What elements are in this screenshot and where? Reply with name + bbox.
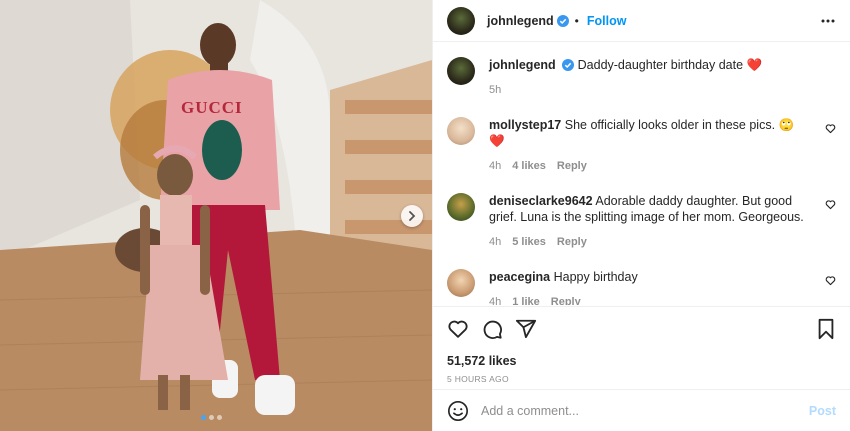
comments-list[interactable]: johnlegend Daddy-daughter birthday date … [433, 43, 850, 305]
commenter-avatar[interactable] [447, 117, 475, 145]
comment-row: deniseclarke9642 Adorable daddy daughter… [447, 193, 836, 250]
caption-text-block: johnlegend Daddy-daughter birthday date … [489, 57, 836, 98]
post-photo[interactable]: GUCCI [0, 0, 432, 431]
post-actions: 51,572 likes 5 HOURS AGO [433, 306, 850, 384]
reply-button[interactable]: Reply [557, 158, 587, 174]
caption-emoji: ❤️ [746, 58, 763, 72]
post-comment-button[interactable]: Post [809, 404, 836, 418]
sweater-logo: GUCCI [181, 98, 243, 117]
action-icons [447, 317, 836, 341]
chevron-right-icon [409, 211, 416, 221]
emoji-smiley-icon[interactable] [447, 400, 469, 422]
carousel-dot [209, 415, 214, 420]
author-username[interactable]: johnlegend [487, 14, 554, 28]
comment-meta: 4h 4 likes Reply [489, 158, 806, 174]
comment-row: mollystep17 She officially looks older i… [447, 117, 836, 174]
commenter-avatar[interactable] [447, 269, 475, 297]
verified-badge-icon [562, 59, 575, 71]
add-comment-bar: Post [433, 389, 850, 431]
caption-username[interactable]: johnlegend [489, 58, 556, 72]
comment-meta: 4h 5 likes Reply [489, 234, 806, 250]
header-separator: • [574, 13, 579, 28]
post-header: johnlegend • Follow [433, 0, 850, 42]
carousel-dot [217, 415, 222, 420]
commenter-username[interactable]: mollystep17 [489, 118, 561, 132]
comment-time: 4h [489, 236, 502, 248]
comment-likes-count[interactable]: 1 like [512, 294, 540, 305]
commenter-username[interactable]: deniseclarke9642 [489, 194, 593, 208]
comment-input[interactable] [481, 403, 809, 418]
author-avatar[interactable] [447, 57, 475, 85]
comment-bubble-icon[interactable] [481, 318, 503, 340]
caption-text: Daddy-daughter birthday date [577, 58, 744, 72]
save-bookmark-icon[interactable] [816, 318, 836, 340]
post-time[interactable]: 5 HOURS AGO [447, 374, 836, 384]
instagram-post-modal: GUCCI johnlegend • Follow johnlegend Dad… [0, 0, 850, 431]
carousel-next-button[interactable] [401, 205, 423, 227]
comment-likes-count[interactable]: 5 likes [512, 234, 546, 250]
comment-row: peacegina Happy birthday 4h 1 like Reply [447, 269, 836, 305]
like-comment-heart-icon[interactable] [825, 123, 836, 134]
post-side-panel: johnlegend • Follow johnlegend Daddy-dau… [432, 0, 850, 431]
comment-text-block: peacegina Happy birthday 4h 1 like Reply [489, 269, 836, 305]
reply-button[interactable]: Reply [551, 294, 581, 305]
verified-badge-icon [556, 14, 569, 27]
comment-text: Happy birthday [553, 270, 638, 284]
comment-text-block: mollystep17 She officially looks older i… [489, 117, 836, 174]
follow-button[interactable]: Follow [587, 14, 627, 28]
commenter-avatar[interactable] [447, 193, 475, 221]
comment-time: 4h [489, 160, 502, 172]
author-avatar[interactable] [447, 6, 475, 35]
carousel-dot [201, 415, 206, 420]
like-comment-heart-icon[interactable] [825, 275, 836, 286]
share-paper-plane-icon[interactable] [515, 318, 537, 340]
carousel-dots [201, 415, 222, 420]
more-options-icon[interactable] [820, 13, 836, 29]
caption-meta: 5h [489, 82, 806, 98]
like-heart-icon[interactable] [447, 318, 469, 340]
likes-count[interactable]: 51,572 likes [447, 354, 836, 368]
caption-time: 5h [489, 84, 502, 96]
comment-time: 4h [489, 296, 502, 305]
comment-meta: 4h 1 like Reply [489, 294, 806, 305]
photo-scene [0, 0, 432, 431]
comment-text-block: deniseclarke9642 Adorable daddy daughter… [489, 193, 836, 250]
like-comment-heart-icon[interactable] [825, 199, 836, 210]
reply-button[interactable]: Reply [557, 234, 587, 250]
comment-likes-count[interactable]: 4 likes [512, 158, 546, 174]
commenter-username[interactable]: peacegina [489, 270, 550, 284]
caption-row: johnlegend Daddy-daughter birthday date … [447, 57, 836, 98]
